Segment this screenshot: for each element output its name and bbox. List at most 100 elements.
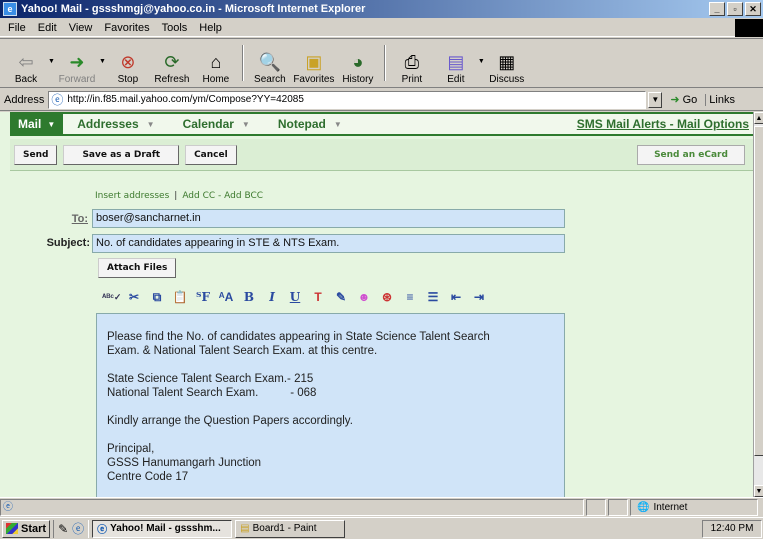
forward-button[interactable]: ➜ Forward bbox=[55, 41, 99, 85]
discuss-button[interactable]: ▦ Discuss bbox=[485, 41, 529, 85]
underline-icon[interactable]: U bbox=[286, 288, 304, 306]
cut-icon[interactable]: ✂ bbox=[125, 288, 143, 306]
refresh-icon: ⟳ bbox=[164, 52, 180, 72]
edit-dropdown-icon[interactable]: ▼ bbox=[478, 58, 485, 65]
chevron-down-icon: ▼ bbox=[47, 119, 56, 129]
address-links: Insert addresses | Add CC - Add BCC bbox=[95, 191, 264, 201]
status-text: ⓔ bbox=[0, 498, 584, 516]
address-input[interactable]: ⓔ http://in.f85.mail.yahoo.com/ym/Compos… bbox=[48, 90, 647, 109]
security-zone: 🌐 Internet bbox=[630, 498, 758, 516]
toolbar-separator bbox=[241, 45, 244, 81]
internet-globe-icon: 🌐 bbox=[637, 501, 650, 513]
print-button[interactable]: ⎙ Print bbox=[390, 41, 434, 85]
stop-button[interactable]: ⊗ Stop bbox=[106, 41, 150, 85]
scroll-down-icon[interactable]: ▼ bbox=[754, 485, 763, 497]
attach-files-button[interactable]: Attach Files bbox=[98, 258, 177, 278]
favorites-folder-icon: ▣ bbox=[305, 52, 323, 72]
menu-file[interactable]: File bbox=[8, 22, 26, 34]
to-label[interactable]: To: bbox=[40, 213, 88, 225]
link-icon[interactable]: ⊛ bbox=[378, 288, 396, 306]
go-button[interactable]: ➜ Go bbox=[670, 93, 697, 107]
chevron-down-icon: ▼ bbox=[333, 119, 342, 129]
maximize-button[interactable]: ▫ bbox=[727, 2, 743, 16]
font-size-icon[interactable]: ᴬA bbox=[217, 288, 235, 306]
outdent-icon[interactable]: ⇤ bbox=[447, 288, 465, 306]
message-body[interactable]: Please find the No. of candidates appear… bbox=[96, 313, 565, 497]
address-label: Address bbox=[4, 93, 45, 106]
emoticon-icon[interactable]: ☻ bbox=[355, 288, 373, 306]
tab-notepad[interactable]: Notepad ▼ bbox=[264, 117, 356, 131]
body-line: Centre Code 17 bbox=[107, 471, 189, 483]
copy-icon[interactable]: ⧉ bbox=[148, 288, 166, 306]
tab-calendar[interactable]: Calendar ▼ bbox=[169, 117, 264, 131]
taskbar-item-paint[interactable]: ▤ Board1 - Paint bbox=[235, 519, 346, 538]
yahoo-mail-nav: Mail ▼ Addresses ▼ Calendar ▼ Notepad ▼ … bbox=[10, 112, 753, 136]
font-family-icon[interactable]: ᵀF bbox=[194, 288, 212, 306]
back-dropdown-icon[interactable]: ▼ bbox=[48, 58, 55, 65]
refresh-button[interactable]: ⟳ Refresh bbox=[150, 41, 194, 85]
paste-icon[interactable]: 📋 bbox=[171, 288, 189, 306]
to-field[interactable]: boser@sancharnet.in bbox=[92, 209, 565, 228]
menu-edit[interactable]: Edit bbox=[38, 22, 57, 34]
chevron-down-icon: ▼ bbox=[146, 119, 155, 129]
scroll-up-icon[interactable]: ▲ bbox=[754, 112, 763, 124]
toolbar-separator bbox=[383, 45, 386, 81]
menu-view[interactable]: View bbox=[69, 22, 93, 34]
add-bcc-link[interactable]: Add BCC bbox=[224, 191, 263, 201]
cancel-button[interactable]: Cancel bbox=[185, 144, 237, 165]
history-button[interactable]: ◕ History bbox=[336, 41, 380, 85]
send-ecard-button[interactable]: Send an eCard bbox=[637, 145, 745, 165]
links-button[interactable]: Links bbox=[705, 93, 735, 106]
taskbar-item-yahoo-mail[interactable]: ⓔ Yahoo! Mail - gssshm... bbox=[92, 519, 233, 538]
menu-bar: File Edit View Favorites Tools Help bbox=[0, 19, 763, 37]
vertical-scrollbar[interactable]: ▲ ▼ bbox=[753, 112, 763, 497]
compose-form: Insert addresses | Add CC - Add BCC To: bo… bbox=[20, 172, 753, 497]
status-cell bbox=[586, 498, 606, 516]
page-status-icon: ⓔ bbox=[3, 501, 13, 513]
quick-launch: ✎ ⓔ bbox=[53, 519, 90, 538]
search-button[interactable]: 🔍 Search bbox=[248, 41, 292, 85]
menu-help[interactable]: Help bbox=[199, 22, 222, 34]
mail-options-link[interactable]: Mail Options bbox=[677, 117, 749, 131]
body-line bbox=[107, 358, 556, 372]
body-line: Please find the No. of candidates appear… bbox=[107, 331, 490, 343]
quick-launch-edit-icon[interactable]: ✎ bbox=[58, 522, 68, 536]
bold-icon[interactable]: B bbox=[240, 288, 258, 306]
forward-dropdown-icon[interactable]: ▼ bbox=[99, 58, 106, 65]
body-line: Exam. & National Talent Search Exam. at … bbox=[107, 345, 378, 357]
ie-icon: ⓔ bbox=[97, 525, 108, 536]
send-button[interactable]: Send bbox=[14, 144, 58, 165]
spellcheck-icon[interactable]: ᴬᴮᶜ✓ bbox=[102, 288, 121, 306]
menu-favorites[interactable]: Favorites bbox=[104, 22, 149, 34]
text-color-icon[interactable]: T bbox=[309, 288, 327, 306]
favorites-button[interactable]: ▣ Favorites bbox=[292, 41, 336, 85]
menu-tools[interactable]: Tools bbox=[162, 22, 188, 34]
tab-addresses[interactable]: Addresses ▼ bbox=[63, 117, 168, 131]
close-button[interactable]: ✕ bbox=[745, 2, 761, 16]
edit-button[interactable]: ▤ Edit bbox=[434, 41, 478, 85]
add-cc-link[interactable]: Add CC bbox=[182, 191, 215, 201]
body-line: National Talent Search Exam. - 068 bbox=[107, 387, 317, 399]
standard-toolbar: ⇦ Back ▼ ➜ Forward ▼ ⊗ Stop ⟳ Refresh ⌂ … bbox=[0, 38, 763, 88]
back-button[interactable]: ⇦ Back bbox=[4, 41, 48, 85]
insert-addresses-link[interactable]: Insert addresses bbox=[95, 191, 169, 201]
discuss-icon: ▦ bbox=[498, 52, 516, 72]
quick-launch-ie-icon[interactable]: ⓔ bbox=[72, 520, 84, 537]
align-icon[interactable]: ≡ bbox=[401, 288, 419, 306]
indent-icon[interactable]: ⇥ bbox=[470, 288, 488, 306]
start-button[interactable]: Start bbox=[2, 519, 51, 538]
address-dropdown-icon[interactable]: ▼ bbox=[648, 91, 663, 108]
home-button[interactable]: ⌂ Home bbox=[194, 41, 238, 85]
italic-icon[interactable]: I bbox=[263, 288, 281, 306]
list-icon[interactable]: ☰ bbox=[424, 288, 442, 306]
highlight-icon[interactable]: ✎ bbox=[332, 288, 350, 306]
scroll-thumb[interactable] bbox=[754, 126, 763, 456]
save-draft-button[interactable]: Save as a Draft bbox=[63, 144, 180, 165]
body-line bbox=[107, 428, 556, 442]
sms-alerts-link[interactable]: SMS Mail Alerts bbox=[577, 117, 667, 131]
minimize-button[interactable]: _ bbox=[709, 2, 725, 16]
subject-field[interactable]: No. of candidates appearing in STE & NTS… bbox=[92, 234, 565, 253]
tab-mail[interactable]: Mail ▼ bbox=[10, 112, 64, 136]
window-title: Yahoo! Mail - gssshmgj@yahoo.co.in - Mic… bbox=[21, 3, 366, 15]
address-bar: Address ⓔ http://in.f85.mail.yahoo.com/y… bbox=[0, 89, 763, 111]
